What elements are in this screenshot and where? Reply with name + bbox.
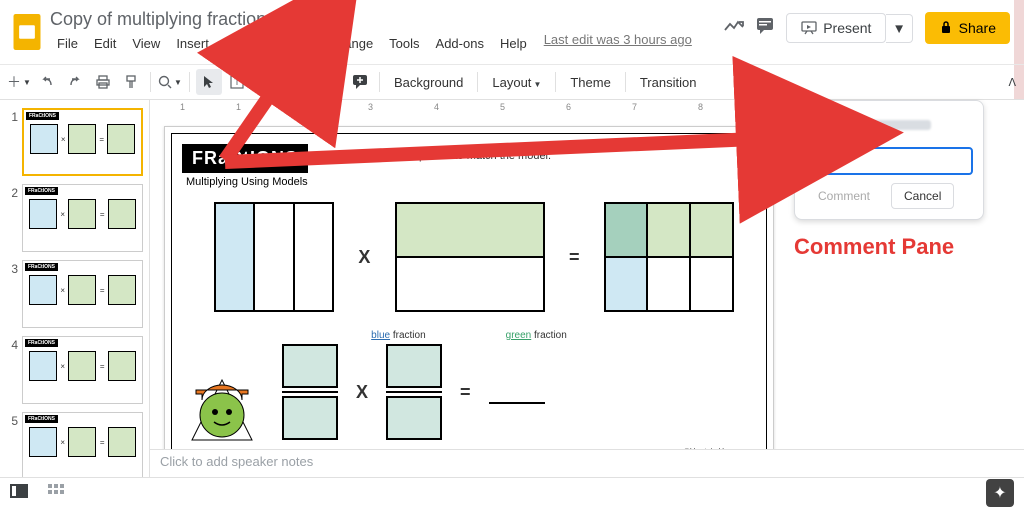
shape-button[interactable]: ▼ (280, 69, 306, 95)
model-row: X = (202, 202, 746, 312)
select-tool-button[interactable] (196, 69, 222, 95)
transition-button[interactable]: Transition (632, 71, 705, 94)
numerator-box[interactable] (282, 344, 338, 388)
slide-subtitle: Multiplying Using Models (186, 176, 308, 188)
separator (340, 72, 341, 92)
layout-button[interactable]: Layout▼ (484, 71, 549, 94)
zoom-button[interactable]: ▼ (157, 69, 183, 95)
doc-title[interactable]: Copy of multiplying fractions (50, 9, 275, 30)
theme-button[interactable]: Theme (562, 71, 618, 94)
comment-history-icon[interactable] (756, 17, 774, 40)
menu-bar: File Edit View Insert Format Slide Arran… (50, 32, 724, 55)
filmstrip-item[interactable]: 3 FRaCtIONS ×= (0, 258, 149, 334)
slides-logo-icon[interactable] (8, 8, 46, 56)
paint-format-button[interactable] (118, 69, 144, 95)
explore-button[interactable]: ✦ (986, 479, 1014, 507)
filmstrip-thumb[interactable]: FRaCtIONS ×= (22, 108, 143, 176)
insert-comment-button[interactable] (347, 69, 373, 95)
product-model (604, 202, 734, 312)
annotation-label: Comment Pane (794, 234, 984, 260)
filmstrip-number: 2 (4, 184, 18, 252)
speaker-notes[interactable]: Click to add speaker notes (150, 449, 1024, 473)
star-icon[interactable]: ☆ (285, 9, 299, 29)
numerator-box[interactable] (386, 344, 442, 388)
filmstrip-thumb[interactable]: FRaCtIONS ×= (22, 336, 143, 404)
menu-addons[interactable]: Add-ons (429, 32, 491, 55)
separator (379, 72, 380, 92)
redo-button[interactable] (62, 69, 88, 95)
menu-arrange[interactable]: Arrange (320, 32, 380, 55)
green-fraction-model (395, 202, 545, 312)
separator (477, 72, 478, 92)
separator (189, 72, 190, 92)
menu-tools[interactable]: Tools (382, 32, 426, 55)
textbox-button[interactable]: T (224, 69, 250, 95)
activity-icon[interactable] (724, 18, 744, 39)
comment-card: Comment Cancel (794, 100, 984, 220)
new-slide-button[interactable]: ＋▼ (6, 69, 32, 95)
denominator-box[interactable] (282, 396, 338, 440)
title-area: Copy of multiplying fractions ☆ File Edi… (46, 8, 724, 55)
filmstrip-item[interactable]: 5 FRaCtIONS ×= (0, 410, 149, 480)
filmstrip-number: 5 (4, 412, 18, 480)
comment-submit-button[interactable]: Comment (805, 183, 883, 209)
grid-view-icon[interactable] (48, 484, 64, 501)
move-folder-icon[interactable] (309, 10, 325, 29)
fraction-labels: blue fraction green fraction (172, 330, 766, 341)
last-edit-link[interactable]: Last edit was 3 hours ago (544, 32, 692, 55)
multiply-symbol: X (358, 247, 370, 268)
slide-canvas[interactable]: FRaCtIONS Multiplying Using Models Type … (164, 126, 774, 468)
background-button[interactable]: Background (386, 71, 471, 94)
menu-help[interactable]: Help (493, 32, 534, 55)
toolbar: ＋▼ ▼ T ▼ ▼ ▼ Background Layout▼ Theme Tr… (0, 64, 1024, 100)
share-button[interactable]: Share (925, 12, 1010, 44)
slide-instruction: Type an equation to match the model. (367, 150, 551, 162)
equation-row: X = (282, 344, 726, 440)
present-label: Present (823, 20, 871, 36)
app-header: Copy of multiplying fractions ☆ File Edi… (0, 0, 1024, 64)
character-icon (182, 360, 262, 450)
equals-symbol: = (569, 247, 580, 268)
undo-button[interactable] (34, 69, 60, 95)
filmstrip-number: 1 (4, 108, 18, 176)
filmstrip[interactable]: 1 FRaCtIONS ×= 2 FRaCtIONS ×= 3 FRaCtION… (0, 100, 150, 480)
denominator-box[interactable] (386, 396, 442, 440)
comment-pane: Comment Cancel Comment Pane (794, 100, 984, 260)
separator (150, 72, 151, 92)
filmstrip-thumb[interactable]: FRaCtIONS ×= (22, 412, 143, 480)
blue-fraction-model (214, 202, 334, 312)
slide-title: FRaCtIONS (182, 144, 308, 173)
comment-input[interactable] (805, 147, 973, 175)
menu-file[interactable]: File (50, 32, 85, 55)
image-button[interactable]: ▼ (252, 69, 278, 95)
menu-edit[interactable]: Edit (87, 32, 123, 55)
present-dropdown[interactable]: ▼ (886, 14, 912, 43)
filmstrip-item[interactable]: 2 FRaCtIONS ×= (0, 182, 149, 258)
filmstrip-number: 4 (4, 336, 18, 404)
share-label: Share (959, 20, 996, 36)
separator (625, 72, 626, 92)
filmstrip-item[interactable]: 1 FRaCtIONS ×= (0, 106, 149, 182)
print-button[interactable] (90, 69, 116, 95)
svg-text:T: T (234, 77, 240, 87)
filmstrip-thumb[interactable]: FRaCtIONS ×= (22, 184, 143, 252)
menu-format[interactable]: Format (218, 32, 273, 55)
commenter-name (841, 120, 931, 130)
hide-menus-button[interactable]: ᐱ (1008, 76, 1016, 89)
separator (555, 72, 556, 92)
line-button[interactable]: ▼ (308, 69, 334, 95)
filmstrip-view-icon[interactable] (10, 484, 28, 501)
menu-slide[interactable]: Slide (275, 32, 318, 55)
menu-insert[interactable]: Insert (169, 32, 216, 55)
filmstrip-item[interactable]: 4 FRaCtIONS ×= (0, 334, 149, 410)
menu-view[interactable]: View (125, 32, 167, 55)
filmstrip-thumb[interactable]: FRaCtIONS ×= (22, 260, 143, 328)
bottom-bar: ✦ (0, 477, 1024, 507)
filmstrip-number: 3 (4, 260, 18, 328)
avatar (805, 111, 833, 139)
comment-cancel-button[interactable]: Cancel (891, 183, 954, 209)
present-button[interactable]: Present (786, 13, 886, 43)
